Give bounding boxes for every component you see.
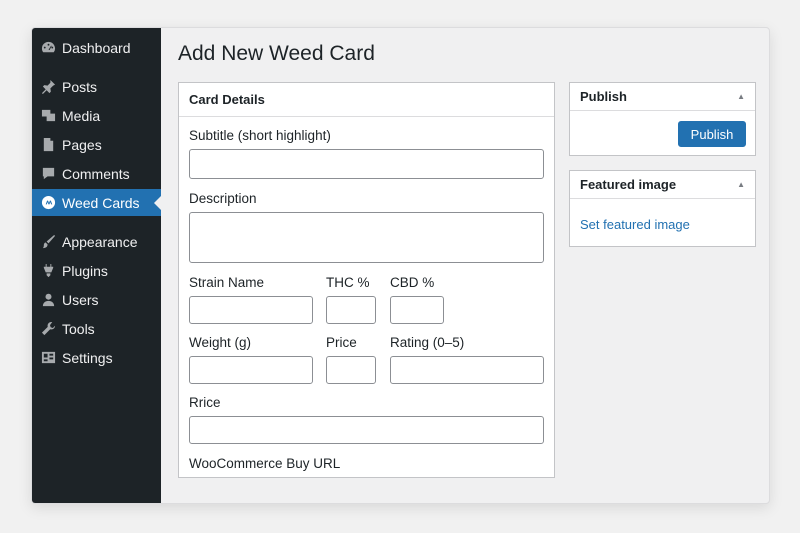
- strain-name-label: Strain Name: [189, 275, 265, 290]
- cbd-input[interactable]: [390, 296, 444, 324]
- sidebar-item-label: Users: [62, 291, 99, 308]
- sidebar-item-users[interactable]: Users: [32, 286, 161, 313]
- sidebar-item-label: Pages: [62, 136, 102, 153]
- weight-input[interactable]: [189, 356, 313, 384]
- cbd-label: CBD %: [390, 275, 435, 290]
- sidebar-item-appearance[interactable]: Appearance: [32, 228, 161, 255]
- sidebar-item-label: Weed Cards: [62, 194, 140, 211]
- description-label: Description: [189, 191, 257, 206]
- buy-url-label: WooCommerce Buy URL: [189, 456, 341, 471]
- sidebar-item-comments[interactable]: Comments: [32, 160, 161, 187]
- card-details-title: Card Details: [189, 92, 265, 107]
- featured-image-box: Featured image ▲: [569, 170, 756, 247]
- weed-cards-icon: [40, 195, 56, 211]
- sidebar-item-label: Tools: [62, 320, 95, 337]
- users-icon: [40, 292, 56, 308]
- sidebar-item-posts[interactable]: Posts: [32, 73, 161, 100]
- sidebar-item-dashboard[interactable]: Dashboard: [32, 34, 161, 61]
- card-details-header: Card Details: [179, 83, 554, 117]
- sidebar-item-label: Dashboard: [62, 39, 131, 56]
- sidebar-item-label: Appearance: [62, 233, 138, 250]
- collapse-arrow-icon[interactable]: ▲: [737, 92, 745, 101]
- sidebar-item-label: Comments: [62, 165, 130, 182]
- price-input[interactable]: [326, 356, 376, 384]
- set-featured-image-link[interactable]: Set featured image: [580, 217, 690, 232]
- collapse-arrow-icon[interactable]: ▲: [737, 180, 745, 189]
- wrench-icon: [40, 321, 56, 337]
- featured-image-title: Featured image: [580, 177, 677, 192]
- pages-icon: [40, 137, 56, 153]
- sidebar-item-label: Settings: [62, 349, 113, 366]
- sidebar-item-pages[interactable]: Pages: [32, 131, 161, 158]
- rrice-input[interactable]: [189, 416, 544, 444]
- publish-button[interactable]: Publish: [678, 121, 746, 147]
- description-textarea[interactable]: [189, 212, 544, 263]
- publish-title: Publish: [580, 89, 627, 104]
- subtitle-label: Subtitle (short highlight): [189, 128, 331, 143]
- thc-label: THC %: [326, 275, 370, 290]
- comments-icon: [40, 166, 56, 182]
- media-icon: [40, 108, 56, 124]
- sidebar-item-weed-cards[interactable]: Weed Cards: [32, 189, 161, 216]
- pin-icon: [40, 79, 56, 95]
- thc-input[interactable]: [326, 296, 376, 324]
- strain-name-input[interactable]: [189, 296, 313, 324]
- page-title: Add New Weed Card: [178, 42, 375, 65]
- admin-window: Dashboard Posts Media Pages Comments Wee…: [31, 27, 770, 504]
- brush-icon: [40, 234, 56, 250]
- sidebar-item-media[interactable]: Media: [32, 102, 161, 129]
- sidebar-item-settings[interactable]: Settings: [32, 344, 161, 371]
- price-label: Price: [326, 335, 357, 350]
- weight-label: Weight (g): [189, 335, 252, 350]
- rating-input[interactable]: [390, 356, 544, 384]
- rrice-label: Rrice: [189, 395, 221, 410]
- settings-icon: [40, 350, 56, 366]
- admin-sidebar: Dashboard Posts Media Pages Comments Wee…: [32, 28, 161, 503]
- sidebar-item-tools[interactable]: Tools: [32, 315, 161, 342]
- featured-image-header: Featured image ▲: [570, 171, 755, 199]
- publish-header: Publish ▲: [570, 83, 755, 111]
- sidebar-item-label: Media: [62, 107, 101, 124]
- dashboard-icon: [40, 40, 56, 56]
- plugin-icon: [40, 263, 56, 279]
- sidebar-item-plugins[interactable]: Plugins: [32, 257, 161, 284]
- rating-label: Rating (0–5): [390, 335, 465, 350]
- subtitle-input[interactable]: [189, 149, 544, 179]
- sidebar-item-label: Posts: [62, 78, 98, 95]
- sidebar-item-label: Plugins: [62, 262, 108, 279]
